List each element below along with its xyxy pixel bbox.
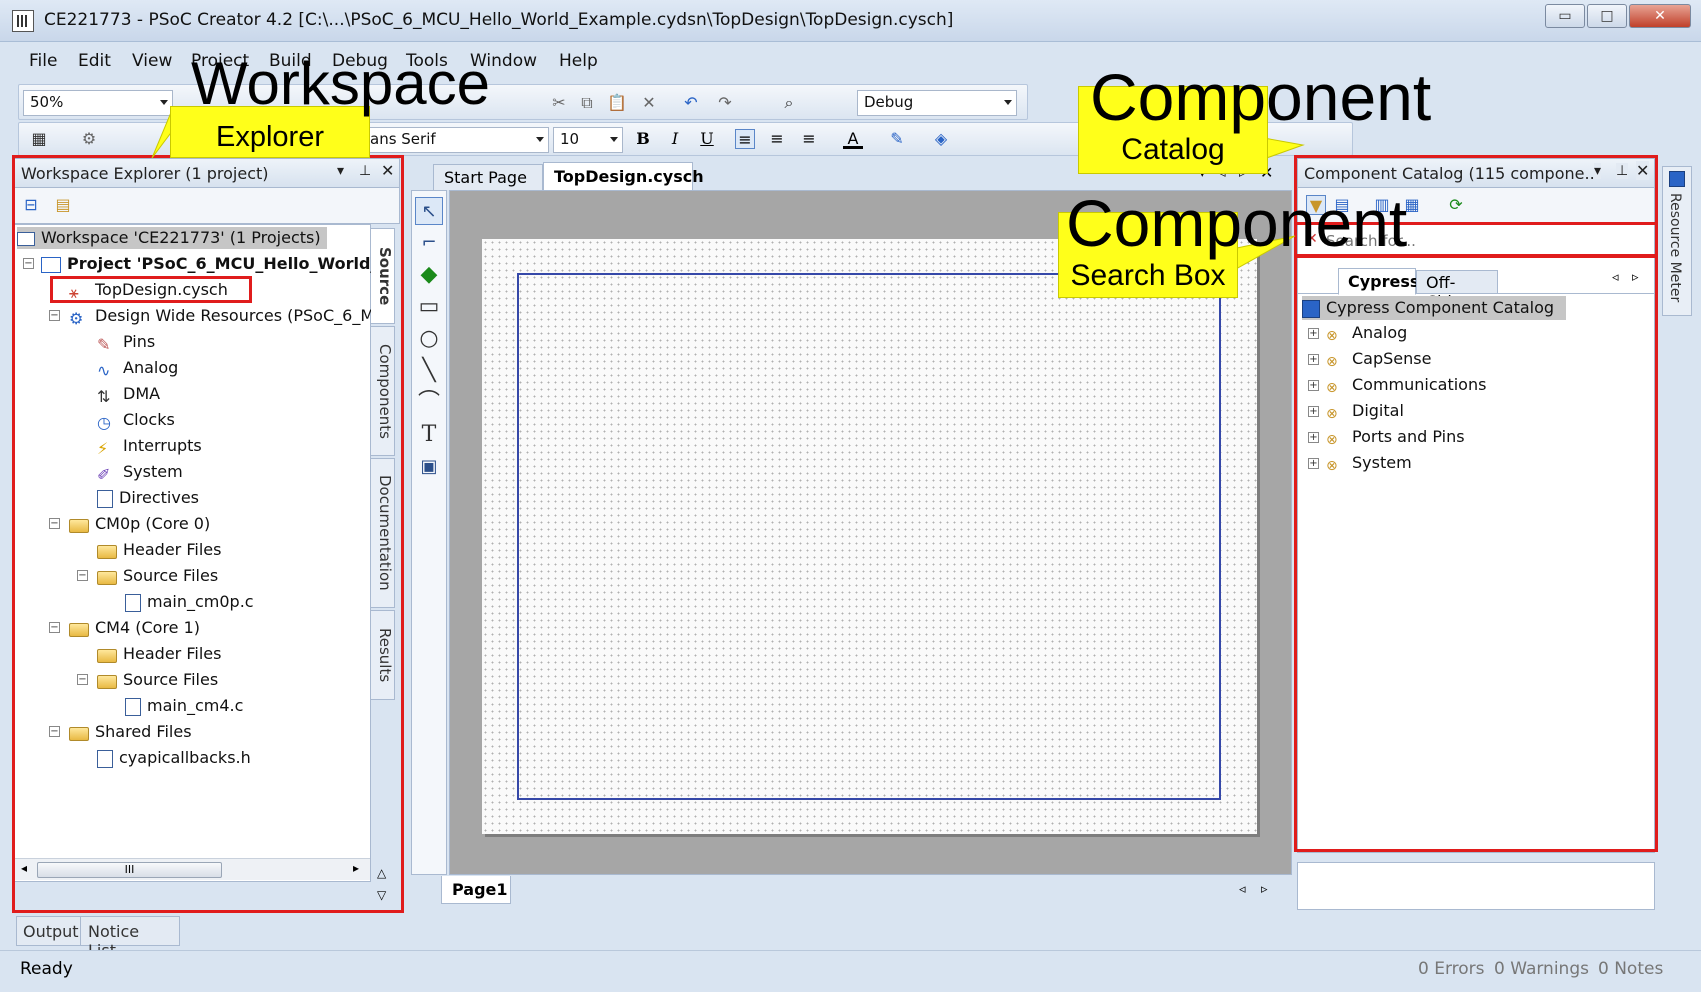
status-bar: Ready 0 Errors 0 Warnings 0 Notes [0,950,1701,992]
build-config-value: Debug [864,93,914,111]
app-icon [12,10,34,32]
tab-start-page[interactable]: Start Page [433,164,543,190]
build-icon[interactable]: ⚙ [79,129,99,149]
select-tool-icon[interactable]: ↖ [415,197,443,225]
menu-edit[interactable]: Edit [78,51,111,71]
resource-meter-label: Resource Meter [1667,193,1683,303]
page-scroll-right-icon[interactable]: ▹ [1261,882,1268,897]
status-ready: Ready [20,959,73,979]
wire-tool-icon[interactable]: ⌐ [415,229,443,257]
callout-search-small: Search Box [1070,259,1226,292]
fill-color-icon[interactable]: ◈ [931,129,951,149]
align-left-icon[interactable]: ≡ [735,129,755,149]
callout-catalog-small: Catalog [1121,133,1225,166]
highlight-workspace-explorer [12,155,404,913]
find-icon[interactable]: ⌕ [779,93,799,113]
text-tool-icon[interactable]: T [415,421,443,449]
build-config-combo[interactable]: Debug [857,90,1017,116]
underline-button[interactable]: U [697,129,717,149]
rectangle-tool-icon[interactable]: ▭ [415,293,443,321]
tab-page1[interactable]: Page1 [441,876,511,904]
zoom-value: 50% [30,93,64,111]
close-window-button[interactable]: ✕ [1629,4,1691,28]
highlight-icon[interactable]: ✎ [887,129,907,149]
align-right-icon[interactable]: ≡ [799,129,819,149]
callout-workspace-small: Explorer [216,121,324,153]
paste-icon[interactable]: 📋 [607,93,627,113]
copy-icon[interactable]: ⧉ [577,93,597,113]
line-tool-icon[interactable]: ╲ [415,357,443,385]
redo-icon[interactable]: ↷ [715,93,735,113]
align-center-icon[interactable]: ≡ [767,129,787,149]
sheet-border [517,273,1221,800]
font-color-icon[interactable]: A [843,129,863,149]
font-value: ans Serif [370,130,436,148]
tab-topdesign[interactable]: TopDesign.cysch [543,162,704,190]
page-scroll-left-icon[interactable]: ◃ [1239,882,1246,897]
font-size-value: 10 [560,130,580,148]
minimize-button[interactable]: ▭ [1545,4,1585,28]
ellipse-tool-icon[interactable]: ○ [415,325,443,353]
font-combo[interactable]: ans Serif [364,127,549,153]
delete-icon[interactable]: ✕ [639,93,659,113]
tab-notice-list[interactable]: Notice List [80,916,180,960]
schematic-canvas[interactable] [482,239,1257,834]
page-tab-strip: Page1 ◃ ▹ [413,876,1293,906]
bold-button[interactable]: B [633,129,653,149]
window-title: CE221773 - PSoC Creator 4.2 [C:\...\PSoC… [44,10,954,30]
grid-icon[interactable]: ▦ [29,129,49,149]
menu-file[interactable]: File [29,51,57,71]
menu-view[interactable]: View [132,51,172,71]
callout-search-big: Component [1066,186,1408,260]
status-warnings[interactable]: 0 Warnings [1494,959,1589,979]
callout-catalog-big: Component [1090,60,1432,134]
italic-button[interactable]: I [665,129,685,149]
title-bar: CE221773 - PSoC Creator 4.2 [C:\...\PSoC… [0,0,1701,42]
tab-resource-meter[interactable]: Resource Meter [1662,166,1692,316]
highlight-catalog-list [1294,255,1658,852]
tab-output[interactable]: Output [16,916,88,946]
resource-meter-icon [1669,171,1685,187]
tool-palette: ↖ ⌐ ◆ ▭ ○ ╲ ⌒ T ▣ [411,190,447,875]
callout-workspace-big: Workspace [191,50,491,117]
undo-icon[interactable]: ↶ [681,93,701,113]
arc-tool-icon[interactable]: ⌒ [415,389,443,417]
component-preview-pane [1297,862,1655,910]
status-errors[interactable]: 0 Errors [1418,959,1485,979]
image-tool-icon[interactable]: ▣ [415,453,443,481]
status-notes[interactable]: 0 Notes [1598,959,1663,979]
highlight-topdesign [50,276,252,303]
maximize-button[interactable]: □ [1587,4,1627,28]
component-tool-icon[interactable]: ◆ [415,261,443,289]
cut-icon[interactable]: ✂ [549,93,569,113]
font-size-combo[interactable]: 10 [553,127,623,153]
menu-help[interactable]: Help [559,51,598,71]
